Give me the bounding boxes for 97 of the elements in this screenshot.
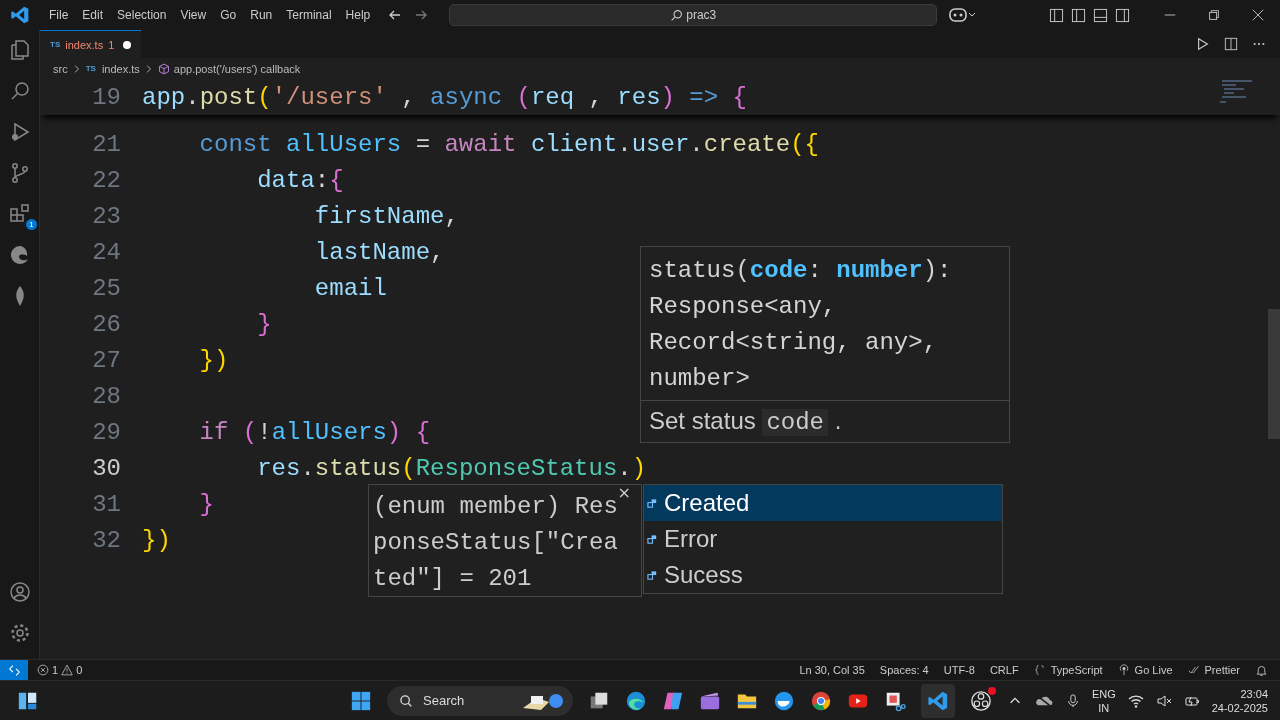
code-line: data:{ xyxy=(256,166,344,194)
layout-icon[interactable] xyxy=(1093,7,1108,23)
status-item[interactable]: CRLF xyxy=(989,664,1019,676)
status-item[interactable]: Prettier xyxy=(1204,664,1240,676)
suggestion-item[interactable]: Error xyxy=(644,521,1002,557)
line-number: 21 xyxy=(91,130,121,158)
chevron-icon xyxy=(145,63,152,74)
enum-member-icon xyxy=(647,533,658,545)
menu-item[interactable]: Help xyxy=(338,8,378,22)
editor-tab[interactable]: TS index.ts 1 xyxy=(40,30,141,58)
line-number: 30 xyxy=(91,454,121,482)
layout-icon[interactable] xyxy=(1049,7,1064,23)
typescript-file-icon: TS xyxy=(50,40,61,49)
status-item[interactable]: Go Live xyxy=(1134,664,1173,676)
line-number: 25 xyxy=(91,274,121,302)
recording-app-icon[interactable] xyxy=(970,689,992,712)
language-indicator[interactable]: ENG IN xyxy=(1091,686,1116,715)
line-number: 29 xyxy=(91,418,121,446)
copilot-icon[interactable] xyxy=(949,7,978,23)
warning-icon xyxy=(61,664,74,676)
signature-text: status(code: number): Response<any, Record<string, any>, number> xyxy=(641,247,1009,401)
remote-icon xyxy=(7,663,21,677)
menu-item[interactable]: Selection xyxy=(110,8,174,22)
code-line: }) xyxy=(142,526,171,554)
code-line: }) xyxy=(198,346,229,374)
error-icon xyxy=(37,664,49,676)
search-icon xyxy=(670,8,684,22)
menu-item[interactable]: Go xyxy=(213,8,244,22)
doc-text: Set status code . xyxy=(648,406,843,438)
search-icon xyxy=(399,693,413,708)
remote-button[interactable] xyxy=(0,660,28,680)
typescript-file-icon: TS xyxy=(85,64,96,73)
line-number: 26 xyxy=(91,310,121,338)
braces-icon xyxy=(1033,664,1046,676)
status-item[interactable]: UTF-8 xyxy=(943,664,975,676)
clock[interactable]: 23:04 24-02-2025 xyxy=(1211,686,1268,715)
close-button[interactable]: × xyxy=(617,483,631,503)
vscode-logo-icon[interactable] xyxy=(10,5,30,25)
account-icon[interactable] xyxy=(7,580,32,604)
vscode-logo-icon xyxy=(927,689,949,712)
code-line: const allUsers = await client.user.create({ xyxy=(198,130,819,158)
broadcast-icon xyxy=(1117,664,1130,676)
breadcrumb-item[interactable]: app.post('/users') callback xyxy=(173,62,301,75)
restore-icon[interactable] xyxy=(1207,8,1221,22)
layout-icon[interactable] xyxy=(1071,7,1086,23)
split-editor-icon[interactable] xyxy=(1224,37,1238,51)
line-number: 23 xyxy=(91,202,121,230)
code-line: } xyxy=(256,310,272,338)
suggestion-details-popup: (enum member) ResponseStatus["Created"] = 201 × xyxy=(368,484,642,597)
code-line: } xyxy=(198,490,214,518)
command-center-field[interactable]: prac3 xyxy=(449,4,938,26)
line-number: 19 xyxy=(91,83,121,111)
edge-browser-icon[interactable] xyxy=(625,689,647,712)
line-number: 24 xyxy=(91,238,121,266)
status-item[interactable]: Spaces: 4 xyxy=(879,664,929,676)
menu-item[interactable]: Run xyxy=(243,8,280,22)
taskbar-search-field[interactable]: Search xyxy=(387,685,573,716)
menu-item[interactable]: Edit xyxy=(75,8,111,22)
suggestion-item[interactable]: Created xyxy=(644,485,1002,521)
line-number: 28 xyxy=(91,382,121,410)
status-item[interactable]: TypeScript xyxy=(1050,664,1103,676)
line-number: 22 xyxy=(91,166,121,194)
line-number: 32 xyxy=(91,526,121,554)
cube-icon xyxy=(157,62,170,75)
line-number: 31 xyxy=(91,490,121,518)
layout-icon[interactable] xyxy=(1115,7,1130,23)
bell-icon[interactable] xyxy=(1255,663,1268,677)
enum-member-icon xyxy=(647,569,658,581)
code-line: lastName, xyxy=(313,238,445,266)
breadcrumb-item[interactable]: index.ts xyxy=(101,62,140,75)
code-line: app.post('/users' , async (req , res) => { xyxy=(142,83,747,111)
chrome-icon[interactable] xyxy=(810,689,832,712)
scrollbar[interactable] xyxy=(1268,309,1280,439)
extensions-badge: 1 xyxy=(26,219,37,230)
code-line: if (!allUsers) { xyxy=(198,418,431,446)
menu-item[interactable]: Terminal xyxy=(279,8,339,22)
menu-item[interactable]: File xyxy=(42,8,76,22)
code-line: firstName, xyxy=(313,202,459,230)
microphone-icon[interactable] xyxy=(1065,693,1080,708)
windows-start-icon[interactable] xyxy=(350,689,372,712)
speaker-muted-icon[interactable] xyxy=(1155,692,1172,709)
menu-item[interactable]: View xyxy=(173,8,214,22)
cloud-off-icon[interactable] xyxy=(1033,693,1054,708)
breadcrumb-item[interactable]: src xyxy=(53,62,68,75)
run-icon[interactable] xyxy=(1196,37,1210,51)
double-check-icon xyxy=(1187,664,1200,676)
notification-dot xyxy=(988,686,996,695)
code-line: res.status(ResponseStatus.) xyxy=(256,454,647,482)
problems-status[interactable]: 1 0 xyxy=(37,664,83,676)
close-icon[interactable] xyxy=(1251,8,1265,22)
vscode-taskbar-button[interactable] xyxy=(921,683,955,718)
enum-member-icon xyxy=(647,497,658,509)
chevron-icon xyxy=(73,63,80,74)
line-number: 27 xyxy=(91,346,121,374)
status-item[interactable]: Ln 30, Col 35 xyxy=(799,664,865,676)
code-line: email xyxy=(313,274,387,302)
suggestion-item[interactable]: Sucess xyxy=(644,557,1002,593)
